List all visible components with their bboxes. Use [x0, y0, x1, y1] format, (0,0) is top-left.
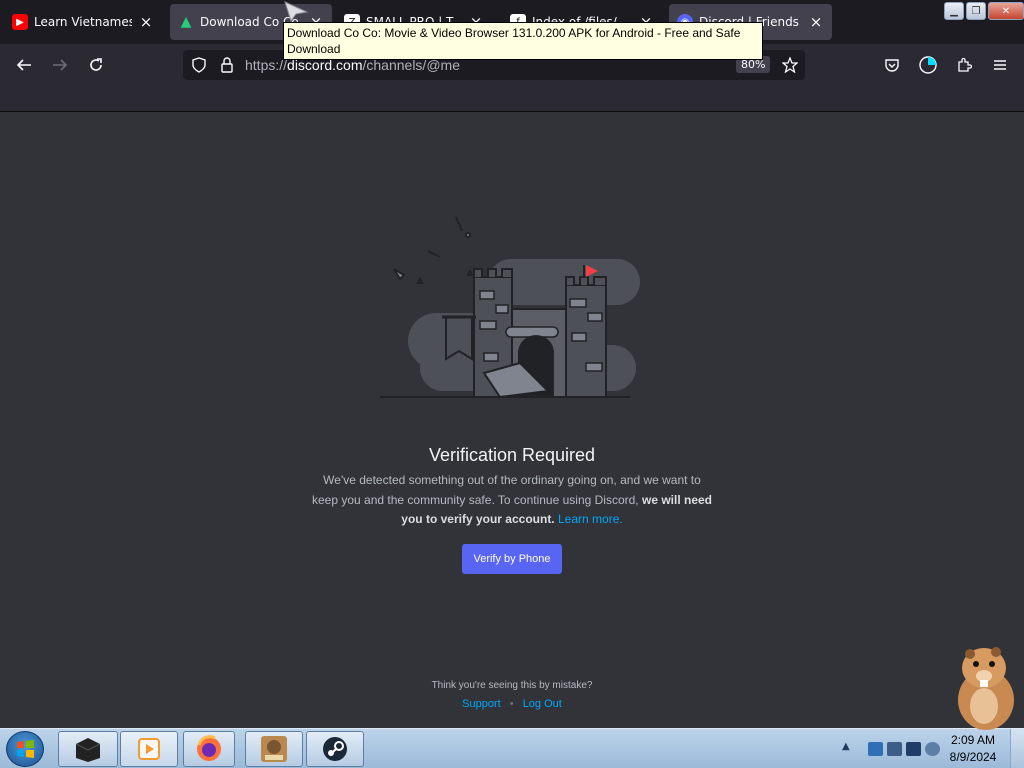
window-controls: ▁ ❐ ✕: [944, 2, 1024, 20]
puzzle-icon: [958, 57, 972, 72]
extensions-button[interactable]: [950, 51, 978, 79]
windows-logo-icon: [17, 740, 34, 758]
game-box-icon: [261, 736, 287, 762]
gopher-desktop-gadget-icon[interactable]: [940, 640, 1024, 730]
learn-more-link[interactable]: Learn more.: [558, 512, 623, 526]
close-icon[interactable]: ×: [138, 13, 154, 31]
pocket-icon: [885, 59, 899, 72]
account-icon: [919, 56, 937, 74]
lock-icon[interactable]: [217, 55, 237, 75]
clock-date: 8/9/2024: [949, 750, 997, 764]
page-title: Verification Required: [428, 445, 596, 465]
tray-network-icon[interactable]: [887, 742, 902, 756]
show-desktop-button[interactable]: [1010, 729, 1024, 768]
dark-cube-icon: [75, 738, 101, 762]
forward-arrow-icon: [53, 59, 68, 71]
back-button[interactable]: [10, 51, 38, 79]
tray-volume-icon[interactable]: [925, 742, 940, 756]
pocket-button[interactable]: [878, 51, 906, 79]
restore-button[interactable]: ❐: [966, 2, 986, 20]
minimize-button[interactable]: ▁: [944, 2, 964, 20]
youtube-icon: ▶: [12, 14, 28, 30]
tray-app-icon[interactable]: [868, 742, 883, 756]
reload-icon: [90, 58, 102, 71]
log-out-link[interactable]: Log Out: [523, 698, 562, 710]
taskbar-steam[interactable]: [306, 731, 364, 767]
footer-links: Support • Log Out: [0, 698, 1024, 710]
shield-icon[interactable]: [189, 55, 209, 75]
tab-tooltip: Download Co Co: Movie & Video Browser 13…: [283, 22, 763, 60]
discord-top-strip: [0, 86, 1024, 112]
close-icon[interactable]: ×: [808, 13, 824, 31]
mistake-text: Think you're seeing this by mistake?: [431, 680, 593, 691]
steam-icon: [323, 737, 347, 761]
tray-overflow-arrow-icon[interactable]: ▲: [842, 741, 850, 752]
account-button[interactable]: [914, 51, 942, 79]
close-window-button[interactable]: ✕: [988, 2, 1024, 20]
discord-verification-page: Verification Required We've detected som…: [0, 113, 1024, 728]
bookmark-star-icon[interactable]: [780, 55, 800, 75]
clock-time: 2:09 AM: [950, 733, 996, 747]
firefox-icon: [197, 735, 221, 761]
taskbar-firefox[interactable]: [183, 731, 235, 767]
link-separator: •: [509, 698, 514, 710]
hamburger-menu-icon: [994, 60, 1006, 70]
back-arrow-icon: [16, 59, 31, 71]
taskbar-media-player[interactable]: [120, 731, 178, 767]
reload-button[interactable]: [82, 51, 110, 79]
menu-button[interactable]: [986, 51, 1014, 79]
tab-learn-vietnamese[interactable]: ▶ Learn Vietnamese th ×: [4, 4, 162, 40]
support-link[interactable]: Support: [462, 698, 501, 710]
apkpure-icon: ▲: [180, 14, 192, 30]
tray-display-icon[interactable]: [906, 742, 921, 756]
taskbar-clock[interactable]: 2:09 AM 8/9/2024: [942, 732, 1004, 766]
verification-description: We've detected something out of the ordi…: [312, 473, 713, 526]
forward-button[interactable]: [46, 51, 74, 79]
media-player-icon: [138, 738, 160, 760]
start-button[interactable]: [6, 731, 44, 767]
system-tray: [860, 731, 940, 767]
taskbar-app-black-box[interactable]: [58, 731, 118, 767]
windows-taskbar: ▲ 2:09 AM 8/9/2024: [0, 728, 1024, 768]
taskbar-game-app[interactable]: [245, 731, 303, 767]
verify-by-phone-button[interactable]: Verify by Phone: [462, 544, 562, 574]
mouse-cursor-icon: [284, 1, 309, 22]
castle-illustration: [380, 216, 640, 399]
